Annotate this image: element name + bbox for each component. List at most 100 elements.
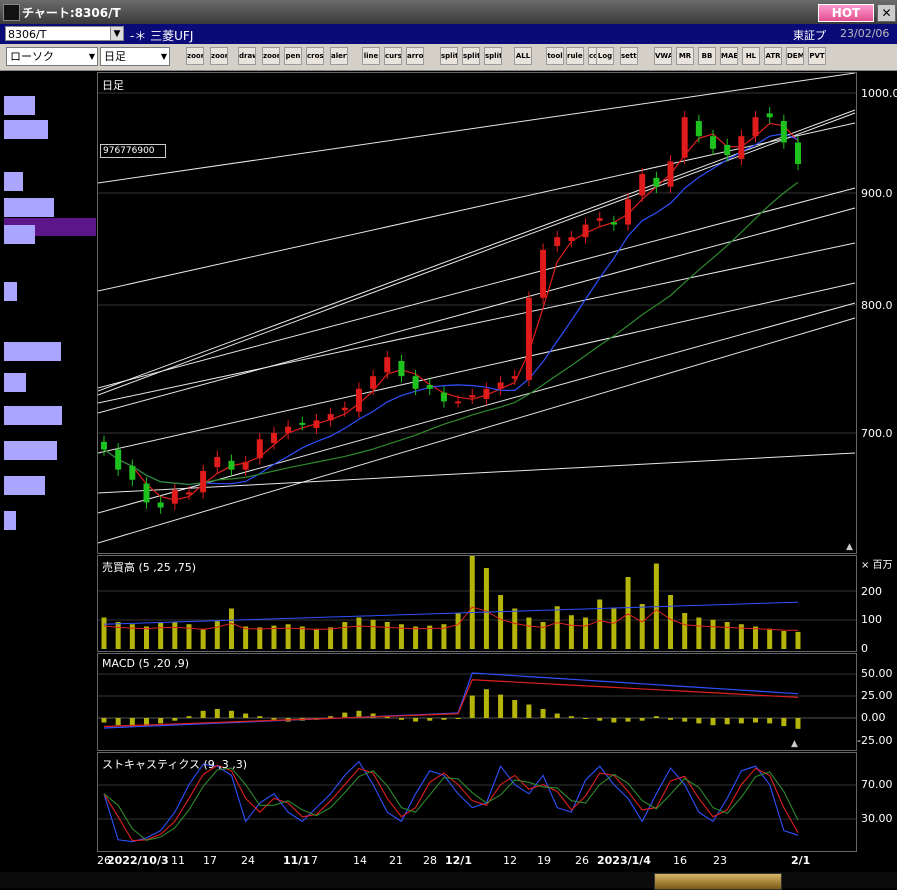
tool-arrow-button[interactable]: arrow xyxy=(406,47,424,65)
x-tick-label: 26 xyxy=(575,854,589,867)
volume-unit: × 百万 xyxy=(861,560,893,571)
tool-alert-button[interactable]: alert xyxy=(330,47,348,65)
x-tick-label: 12 xyxy=(503,854,517,867)
chevron-down-icon[interactable]: ▼ xyxy=(110,26,124,41)
candle-body xyxy=(525,297,532,380)
tool-mae-button[interactable]: MAE xyxy=(720,47,738,65)
volume-profile-bar xyxy=(4,406,62,425)
macd-svg: ▲ xyxy=(98,672,856,749)
tool-pvt-button[interactable]: PVT xyxy=(808,47,826,65)
candle-body xyxy=(540,249,547,298)
volume-pane[interactable]: 売買高 (5 ,25 ,75) xyxy=(97,555,857,652)
x-tick-label: 12/1 xyxy=(445,854,472,867)
tool-ruler-button[interactable]: ruler xyxy=(566,47,584,65)
volume-ma-line xyxy=(103,606,799,631)
volume-bar xyxy=(158,622,164,649)
tool-split3-button[interactable]: split3 xyxy=(484,47,502,65)
macd-histogram-bar xyxy=(200,710,206,718)
candle-body xyxy=(370,376,377,389)
macd-tick-50: 50.00 xyxy=(861,667,893,680)
tool-line-button[interactable]: line xyxy=(362,47,380,65)
macd-histogram-bar xyxy=(469,695,475,718)
moving-average-line xyxy=(103,133,799,486)
macd-pane[interactable]: ▲ MACD (5 ,20 ,9) xyxy=(97,653,857,751)
tool-split2-button[interactable]: split2 xyxy=(462,47,480,65)
scroll-marker: ▲ xyxy=(791,739,798,749)
x-tick-label: 11/1 xyxy=(283,854,310,867)
scroll-thumb[interactable] xyxy=(654,873,782,890)
tool-log-button[interactable]: Log xyxy=(596,47,614,65)
macd-histogram-bar xyxy=(767,718,773,724)
macd-histogram-bar xyxy=(257,716,263,718)
tool-bb-button[interactable]: BB xyxy=(698,47,716,65)
volume-bar xyxy=(356,617,362,649)
price-tick-1000: 1000.0 xyxy=(861,87,897,100)
trend-line xyxy=(98,282,856,454)
tool-cross-button[interactable]: cross xyxy=(306,47,324,65)
macd-histogram-bar xyxy=(512,700,518,718)
volume-bar xyxy=(243,626,249,649)
volume-bar xyxy=(172,622,178,649)
candle-body xyxy=(171,489,178,504)
macd-histogram-bar xyxy=(243,713,249,718)
trend-line xyxy=(98,187,856,389)
volume-bar xyxy=(682,613,688,649)
macd-histogram-bar xyxy=(696,718,702,724)
tool-mr-button[interactable]: MR xyxy=(676,47,694,65)
price-chart-label: 日足 xyxy=(102,79,124,92)
tool-all-button[interactable]: ALL xyxy=(514,47,532,65)
candle-body xyxy=(610,222,617,225)
candle-body xyxy=(724,145,731,156)
tool-zoom-out-button[interactable]: zoom-out xyxy=(210,47,228,65)
volume-tick-200: 200 xyxy=(861,585,882,598)
x-tick-label: 19 xyxy=(537,854,551,867)
moving-average-line xyxy=(103,122,799,501)
stochastics-pane[interactable]: ストキャスティクス (9 ,3 ,3) xyxy=(97,752,857,852)
tool-tool-button[interactable]: tool xyxy=(546,47,564,65)
chart-type-select[interactable]: ローソク ▼ xyxy=(6,47,98,66)
exchange-label: 東証プ xyxy=(793,29,826,42)
tool-pen-button[interactable]: pen xyxy=(284,47,302,65)
candle-body xyxy=(299,422,306,425)
macd-histogram-bar xyxy=(172,718,178,721)
trend-line xyxy=(98,207,856,414)
macd-histogram-bar xyxy=(597,718,603,721)
tool-cursor-button[interactable]: cursor xyxy=(384,47,402,65)
tool-dema-button[interactable]: DEMA xyxy=(786,47,804,65)
x-tick-label: 2/1 xyxy=(791,854,811,867)
period-select[interactable]: 日足 ▼ xyxy=(100,47,170,66)
hot-button[interactable]: HOT xyxy=(818,4,874,22)
volume-profile-bar xyxy=(4,96,35,115)
candle-body xyxy=(780,121,787,143)
volume-profile-bar xyxy=(4,225,35,244)
volume-tick-0: 0 xyxy=(861,642,868,655)
x-tick-label: 14 xyxy=(353,854,367,867)
volume-bar xyxy=(115,622,121,649)
volume-bar xyxy=(483,568,489,649)
macd-histogram-bar xyxy=(738,718,744,724)
volume-bar xyxy=(427,625,433,649)
candle-body xyxy=(256,439,263,459)
symbol-input[interactable]: 8306/T xyxy=(5,26,117,41)
tool-settings-button[interactable]: settings xyxy=(620,47,638,65)
candle-body xyxy=(497,382,504,389)
macd-histogram-bar xyxy=(427,718,433,721)
macd-histogram-bar xyxy=(498,694,504,718)
candle-body xyxy=(285,426,292,433)
candle-body xyxy=(710,136,717,149)
candle-body xyxy=(157,502,164,508)
tool-zoom-in-button[interactable]: zoom-in xyxy=(186,47,204,65)
tool-zoom-button[interactable]: zoom xyxy=(262,47,280,65)
tool-vwap-button[interactable]: VWAP xyxy=(654,47,672,65)
x-tick-label: 21 xyxy=(389,854,403,867)
close-button[interactable]: ✕ xyxy=(877,4,896,22)
tool-hl-button[interactable]: HL xyxy=(742,47,760,65)
volume-bar xyxy=(512,608,518,649)
tool-split-button[interactable]: split xyxy=(440,47,458,65)
macd-histogram-bar xyxy=(611,718,617,723)
candle-body xyxy=(440,392,447,402)
price-chart[interactable]: ▲ 日足 976776900 xyxy=(97,72,857,554)
tool-atr-button[interactable]: ATR xyxy=(764,47,782,65)
tool-draw-button[interactable]: draw xyxy=(238,47,256,65)
x-tick-label: 16 xyxy=(673,854,687,867)
